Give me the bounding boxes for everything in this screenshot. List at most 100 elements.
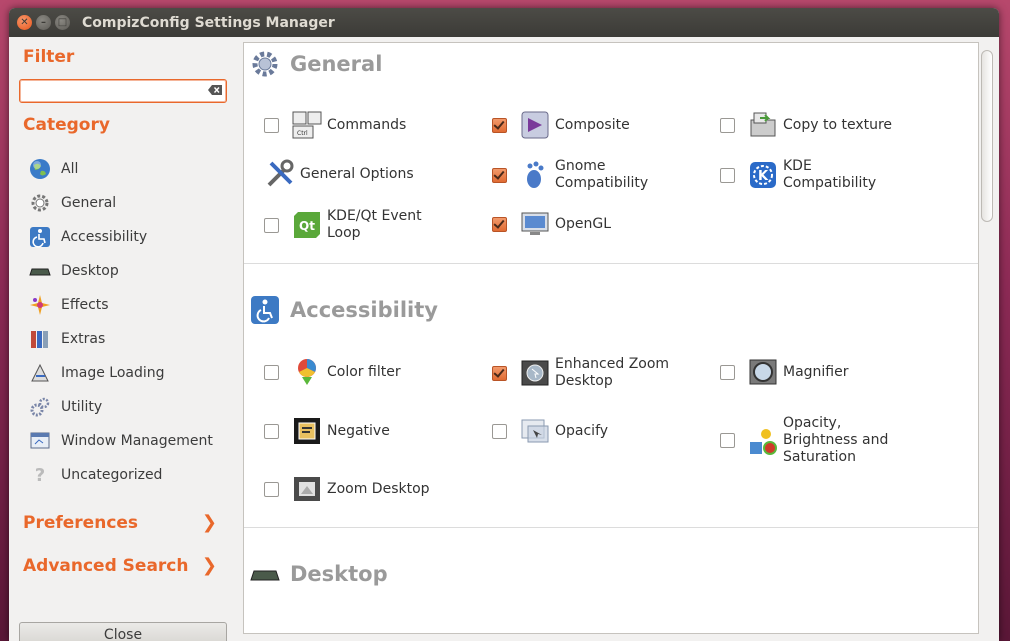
category-label: Utility (61, 399, 103, 415)
plugin-label: KDE Compatibility (783, 158, 877, 191)
category-label: Image Loading (61, 365, 165, 381)
plugin-color-filter[interactable]: Color filter (264, 356, 401, 388)
plugin-label: Gnome Compatibility (555, 158, 649, 191)
plugin-checkbox[interactable] (264, 423, 279, 439)
window-minimize-button[interactable]: – (36, 15, 51, 30)
plugin-opacify[interactable]: Opacify (492, 415, 608, 447)
plugin-negative[interactable]: Negative (264, 415, 390, 447)
plugin-label: Opacify (555, 422, 609, 439)
plugin-magnifier[interactable]: Magnifier (720, 356, 849, 388)
color-filter-icon (291, 356, 323, 388)
category-item-uncategorized[interactable]: ? Uncategorized (29, 458, 213, 492)
svg-text:K: K (758, 169, 769, 184)
category-item-desktop[interactable]: Desktop (29, 254, 213, 288)
zoom-desktop-icon (291, 473, 323, 505)
advanced-search-label: Advanced Search (23, 555, 189, 576)
plugin-gnome-compatibility[interactable]: Gnome Compatibility (492, 158, 648, 192)
section-accessibility-header: Accessibility (250, 295, 438, 325)
vertical-scrollbar[interactable] (979, 42, 993, 632)
question-icon: ? (29, 464, 51, 486)
image-loading-icon (29, 362, 51, 384)
plugin-copy-to-texture[interactable]: Copy to texture (720, 109, 892, 141)
plugin-general-options[interactable]: General Options (264, 158, 414, 190)
chevron-right-icon: ❯ (201, 555, 217, 576)
plugin-zoom-desktop[interactable]: Zoom Desktop (264, 473, 430, 505)
category-item-extras[interactable]: Extras (29, 322, 213, 356)
globe-icon (29, 158, 51, 180)
section-desktop-header: Desktop (250, 559, 388, 589)
enhanced-zoom-icon (519, 357, 551, 389)
filter-input[interactable] (23, 81, 203, 101)
plugin-checkbox[interactable] (492, 117, 507, 133)
plugin-checkbox[interactable] (720, 117, 735, 133)
plugin-label: Magnifier (783, 363, 849, 380)
window-maximize-button[interactable]: □ (55, 15, 70, 30)
magnifier-icon (747, 356, 779, 388)
plugin-checkbox[interactable] (720, 433, 735, 448)
plugin-label: Color filter (327, 363, 401, 380)
category-list: All General Accessibility Desktop Effect… (29, 152, 213, 492)
plugin-checkbox[interactable] (492, 167, 507, 183)
category-label: Extras (61, 331, 106, 347)
plugin-checkbox[interactable] (264, 481, 279, 497)
composite-icon (519, 109, 551, 141)
svg-text:Ctrl: Ctrl (297, 130, 308, 137)
plugin-label: Zoom Desktop (327, 480, 430, 497)
sidebar: Filter Category All General Accessibilit… (9, 37, 243, 641)
filter-heading: Filter (23, 47, 75, 67)
category-heading: Category (23, 115, 110, 135)
plugin-label: Copy to texture (783, 116, 893, 133)
section-separator (244, 263, 978, 264)
category-item-image-loading[interactable]: Image Loading (29, 356, 213, 390)
category-item-effects[interactable]: Effects (29, 288, 213, 322)
plugin-checkbox[interactable] (492, 423, 507, 439)
plugin-label: Opacity, Brightness and Saturation (783, 415, 889, 465)
utility-gears-icon (29, 396, 51, 418)
section-title: Accessibility (290, 298, 438, 322)
section-title: General (290, 52, 383, 76)
plugin-composite[interactable]: Composite (492, 109, 630, 141)
clear-text-icon[interactable] (208, 85, 222, 95)
category-item-window-management[interactable]: Window Management (29, 424, 213, 458)
plugin-checkbox[interactable] (264, 364, 279, 380)
window-close-button[interactable]: ✕ (17, 15, 32, 30)
plugin-checkbox[interactable] (492, 216, 507, 232)
preferences-label: Preferences (23, 512, 139, 533)
plugin-checkbox[interactable] (264, 117, 279, 133)
category-label: All (61, 161, 79, 177)
wheelchair-icon (250, 295, 280, 325)
plugin-checkbox[interactable] (264, 217, 279, 233)
category-item-general[interactable]: General (29, 186, 213, 220)
plugin-opengl[interactable]: OpenGL (492, 208, 611, 240)
plugin-label: Composite (555, 116, 630, 133)
scrollbar-thumb[interactable] (981, 50, 993, 222)
plugin-kde-qt-event-loop[interactable]: Qt KDE/Qt Event Loop (264, 208, 422, 242)
category-label: General (61, 195, 117, 211)
plugin-list: General Ctrl Commands Composite Copy to … (243, 42, 979, 634)
category-item-all[interactable]: All (29, 152, 213, 186)
plugin-label: OpenGL (555, 215, 612, 232)
plugin-checkbox[interactable] (720, 364, 735, 380)
gear-icon (250, 49, 280, 79)
plugin-checkbox[interactable] (720, 167, 735, 183)
plugin-kde-compatibility[interactable]: K KDE Compatibility (720, 158, 876, 192)
sparkle-icon (29, 294, 51, 316)
category-item-utility[interactable]: Utility (29, 390, 213, 424)
window-controls: ✕ – □ (17, 15, 70, 30)
category-item-accessibility[interactable]: Accessibility (29, 220, 213, 254)
title-bar[interactable]: ✕ – □ CompizConfig Settings Manager (9, 8, 999, 37)
qt-icon: Qt (291, 209, 323, 241)
plugin-opacity-brightness-saturation[interactable]: Opacity, Brightness and Saturation (720, 415, 888, 466)
advanced-search-link[interactable]: Advanced Search ❯ (23, 555, 223, 576)
preferences-link[interactable]: Preferences ❯ (23, 512, 223, 533)
filter-field[interactable] (19, 79, 227, 103)
close-button[interactable]: Close (19, 622, 227, 641)
desktop-icon (250, 559, 280, 589)
window-title: CompizConfig Settings Manager (82, 14, 335, 31)
plugin-checkbox[interactable] (492, 365, 507, 381)
plugin-enhanced-zoom-desktop[interactable]: Enhanced Zoom Desktop (492, 356, 669, 390)
plugin-commands[interactable]: Ctrl Commands (264, 109, 406, 141)
copy-texture-icon (747, 109, 779, 141)
keyboard-keys-icon: Ctrl (291, 109, 323, 141)
wheelchair-icon (29, 226, 51, 248)
